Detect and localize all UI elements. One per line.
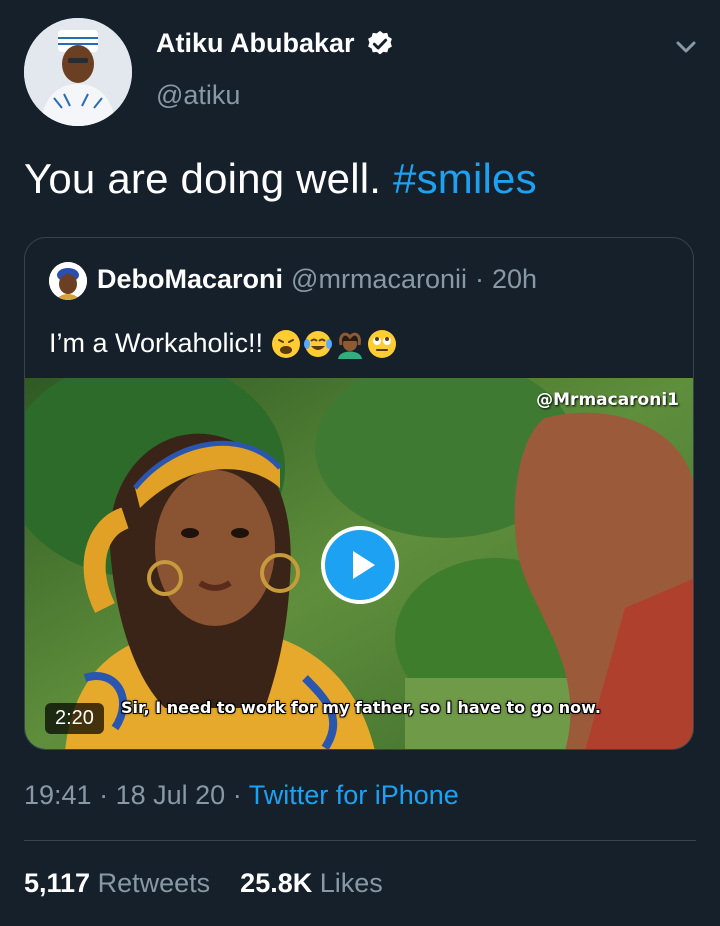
author-avatar[interactable] — [24, 18, 132, 126]
retweets-label: Retweets — [97, 868, 211, 898]
retweets-stat[interactable]: 5,117 Retweets — [24, 868, 210, 898]
tweet-body: You are doing well. — [24, 155, 382, 202]
author-handle[interactable]: @atiku — [156, 80, 240, 111]
tweet-date[interactable]: 18 Jul 20 — [116, 780, 226, 810]
quoted-body: I’m a Workaholic!! — [49, 328, 264, 358]
verified-badge-icon — [367, 30, 392, 54]
hashtag-link[interactable]: #smiles — [393, 155, 537, 202]
video-player[interactable]: @Mrmacaroni1 Sir, I need to work for my … — [25, 378, 693, 749]
emoji-group — [271, 328, 397, 359]
quoted-separator: · — [474, 264, 484, 294]
quoted-author-name[interactable]: DeboMacaroni — [97, 264, 283, 295]
tweet-stats: 5,117 Retweets 25.8K Likes — [24, 868, 383, 899]
play-button[interactable] — [321, 526, 399, 604]
quoted-author-handle[interactable]: @mrmacaronii — [291, 264, 467, 295]
quoted-avatar-image — [49, 262, 87, 300]
chevron-down-icon[interactable] — [672, 36, 700, 58]
video-subtitle: Sir, I need to work for my father, so I … — [121, 698, 601, 717]
person-gesturing-ok-icon — [335, 328, 366, 359]
play-icon — [353, 551, 375, 579]
tweet-text: You are doing well. #smiles — [24, 155, 537, 203]
meta-separator: · — [99, 780, 109, 810]
quoted-tweet[interactable]: DeboMacaroni @mrmacaronii · 20h I’m a Wo… — [24, 237, 694, 750]
likes-count: 25.8K — [240, 868, 313, 898]
quoted-avatar[interactable] — [49, 262, 87, 300]
tweet-meta: 19:41 · 18 Jul 20 · Twitter for iPhone — [24, 780, 459, 811]
tweet-time[interactable]: 19:41 — [24, 780, 92, 810]
quoted-text: I’m a Workaholic!! — [49, 328, 397, 359]
tweet-source-link[interactable]: Twitter for iPhone — [249, 780, 459, 810]
weary-face-icon — [272, 329, 301, 358]
author-name-row[interactable]: Atiku Abubakar — [156, 28, 395, 59]
face-with-tears-of-joy-icon — [304, 330, 333, 357]
likes-label: Likes — [319, 868, 383, 898]
author-name[interactable]: Atiku Abubakar — [156, 28, 355, 59]
quoted-header: DeboMacaroni @mrmacaronii · 20h — [97, 264, 537, 295]
author-avatar-image — [24, 18, 132, 126]
video-duration-badge: 2:20 — [45, 703, 104, 734]
divider — [24, 840, 696, 841]
face-with-rolling-eyes-icon — [368, 329, 397, 358]
retweets-count: 5,117 — [24, 868, 91, 898]
meta-separator: · — [232, 780, 242, 810]
quoted-timestamp[interactable]: 20h — [492, 264, 537, 295]
likes-stat[interactable]: 25.8K Likes — [240, 868, 383, 898]
video-watermark: @Mrmacaroni1 — [536, 390, 679, 410]
